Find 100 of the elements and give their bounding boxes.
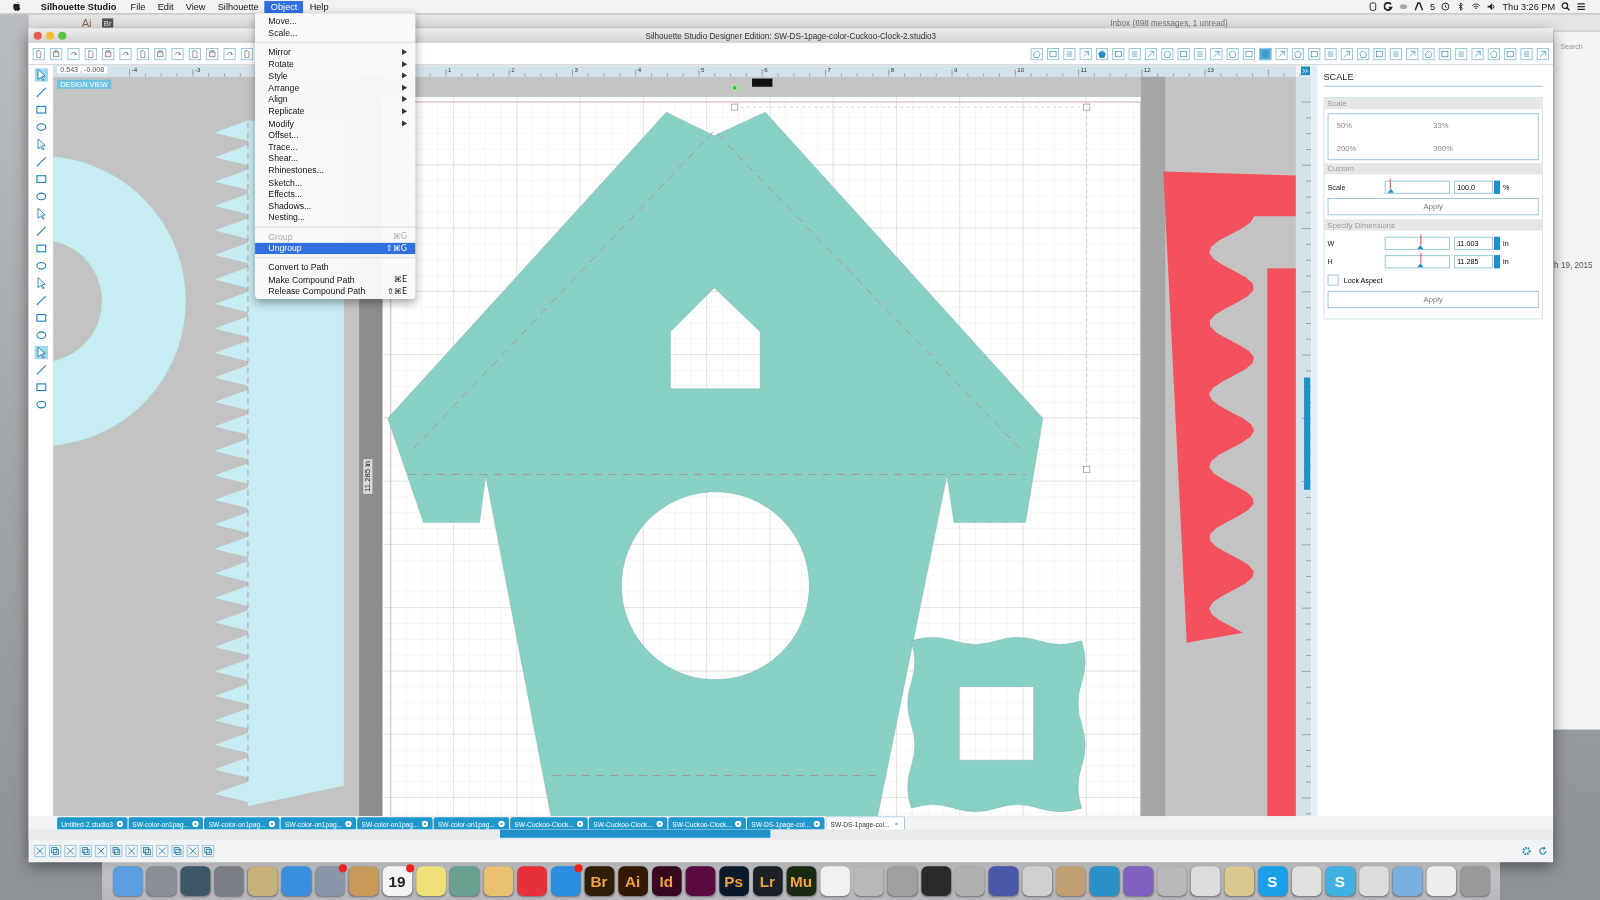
close-icon[interactable] bbox=[577, 819, 585, 828]
tool-icon[interactable] bbox=[34, 328, 48, 342]
tool-icon[interactable] bbox=[1487, 47, 1500, 60]
tool-icon[interactable] bbox=[1291, 47, 1305, 60]
menu-option[interactable]: Replicate bbox=[255, 105, 416, 118]
tool-icon[interactable] bbox=[110, 844, 123, 858]
rotate-handle[interactable] bbox=[731, 84, 738, 91]
tool-icon[interactable] bbox=[34, 137, 48, 151]
tool-icon[interactable] bbox=[64, 844, 77, 858]
close-icon[interactable] bbox=[498, 819, 506, 828]
menu-option[interactable]: Make Compound Path ⌘E bbox=[255, 273, 416, 286]
tool-icon[interactable] bbox=[34, 103, 48, 117]
tool-icon[interactable] bbox=[1161, 47, 1174, 60]
wavy-cut-shape[interactable] bbox=[1163, 171, 1296, 817]
tool-icon[interactable] bbox=[154, 47, 167, 60]
tool-icon[interactable] bbox=[34, 293, 48, 308]
tool-icon[interactable] bbox=[50, 47, 63, 60]
tool-icon[interactable] bbox=[140, 844, 154, 858]
cloud-icon[interactable] bbox=[1399, 2, 1409, 12]
app-icon[interactable] bbox=[685, 866, 715, 896]
menu-option[interactable]: Effects... bbox=[255, 188, 416, 200]
checkbox[interactable] bbox=[1327, 274, 1339, 286]
app-icon[interactable]: Ps bbox=[718, 866, 749, 896]
tool-icon[interactable] bbox=[1210, 47, 1223, 60]
tool-icon[interactable] bbox=[1406, 47, 1419, 60]
tool-icon[interactable] bbox=[171, 47, 184, 60]
tool-icon[interactable] bbox=[34, 120, 48, 134]
tool-icon[interactable] bbox=[49, 844, 62, 858]
birdhouse-shape[interactable] bbox=[387, 112, 1044, 817]
tool-icon[interactable] bbox=[1030, 47, 1043, 60]
clock-icon[interactable] bbox=[1441, 2, 1451, 12]
tool-icon[interactable] bbox=[1079, 47, 1092, 60]
tool-icon[interactable] bbox=[34, 85, 48, 99]
menu-item[interactable]: File bbox=[124, 0, 152, 13]
close-icon[interactable] bbox=[813, 819, 821, 828]
g-icon[interactable] bbox=[1384, 2, 1394, 12]
app-icon[interactable]: Br bbox=[584, 866, 614, 896]
stepper-icon[interactable] bbox=[1493, 180, 1500, 194]
app-icon[interactable]: Mu bbox=[786, 866, 816, 896]
tool-icon[interactable] bbox=[136, 47, 149, 60]
tool-icon[interactable] bbox=[1046, 47, 1060, 60]
tool-icon[interactable] bbox=[1177, 47, 1190, 60]
tool-icon[interactable] bbox=[34, 224, 48, 238]
menu-option[interactable]: Sketch... bbox=[255, 176, 416, 189]
refresh-icon[interactable] bbox=[1537, 845, 1548, 857]
tool-icon[interactable] bbox=[1144, 47, 1158, 60]
tool-icon[interactable] bbox=[34, 68, 48, 82]
tool-icon[interactable] bbox=[1226, 47, 1239, 60]
tool-icon[interactable] bbox=[1389, 47, 1403, 60]
tool-icon[interactable] bbox=[34, 363, 48, 377]
tool-icon[interactable] bbox=[79, 844, 92, 858]
selection-box[interactable] bbox=[731, 103, 1091, 473]
tool-icon[interactable] bbox=[34, 207, 48, 221]
volume-icon[interactable] bbox=[1487, 2, 1497, 12]
horizontal-scrollbar[interactable] bbox=[500, 829, 771, 838]
stepper-icon[interactable] bbox=[1493, 236, 1500, 250]
tool-icon[interactable] bbox=[125, 844, 138, 858]
menu-icon[interactable] bbox=[1576, 2, 1586, 12]
tool-icon[interactable] bbox=[1438, 47, 1451, 60]
toolbar-app-button[interactable]: Ai bbox=[81, 16, 92, 29]
menu-option[interactable]: Release Compound Path ⇧⌘E bbox=[255, 285, 416, 297]
stepper-icon[interactable] bbox=[1493, 254, 1500, 268]
scale-slider[interactable] bbox=[1384, 180, 1450, 194]
settings-icon[interactable] bbox=[1521, 845, 1532, 857]
apple-icon[interactable] bbox=[12, 1, 22, 13]
expand-panel-icon[interactable] bbox=[1301, 66, 1311, 76]
vertical-scrollbar[interactable] bbox=[1304, 377, 1311, 490]
tool-icon[interactable] bbox=[34, 155, 48, 169]
tool-icon[interactable] bbox=[171, 844, 184, 858]
zoom-icon[interactable] bbox=[58, 31, 67, 40]
app-icon[interactable] bbox=[180, 866, 210, 896]
tool-icon[interactable] bbox=[1422, 47, 1435, 60]
minimize-icon[interactable] bbox=[45, 31, 55, 40]
tool-icon[interactable] bbox=[1242, 47, 1256, 60]
close-icon[interactable] bbox=[192, 819, 200, 828]
tool-icon[interactable] bbox=[240, 47, 254, 60]
tool-icon[interactable] bbox=[34, 276, 48, 290]
tool-icon[interactable] bbox=[102, 47, 115, 60]
tool-icon[interactable] bbox=[186, 844, 199, 858]
menu-option[interactable]: Offset... bbox=[255, 128, 416, 141]
app-icon[interactable]: Ai bbox=[617, 866, 648, 896]
tool-icon[interactable] bbox=[1112, 47, 1125, 60]
tool-icon[interactable] bbox=[206, 47, 219, 60]
tool-icon[interactable] bbox=[34, 172, 48, 186]
menu-item[interactable]: Silhouette bbox=[211, 0, 265, 13]
tool-icon[interactable] bbox=[34, 380, 48, 394]
wifi-icon[interactable] bbox=[1471, 2, 1482, 12]
menu-option[interactable]: Mirror bbox=[255, 46, 416, 58]
menu-option[interactable]: Nesting... bbox=[255, 211, 416, 224]
app-icon[interactable] bbox=[920, 866, 951, 896]
tool-icon[interactable] bbox=[1504, 47, 1517, 60]
menu-option[interactable]: Arrange bbox=[255, 81, 416, 94]
tool-icon[interactable] bbox=[84, 47, 97, 60]
app-name[interactable]: Silhouette Studio bbox=[35, 1, 125, 12]
tool-icon[interactable] bbox=[1357, 47, 1370, 60]
tool-icon[interactable] bbox=[156, 844, 169, 858]
menu-option[interactable]: Shear... bbox=[255, 152, 416, 165]
close-icon[interactable] bbox=[655, 819, 664, 828]
menu-option[interactable]: Style bbox=[255, 69, 416, 82]
tool-icon[interactable] bbox=[223, 47, 236, 60]
